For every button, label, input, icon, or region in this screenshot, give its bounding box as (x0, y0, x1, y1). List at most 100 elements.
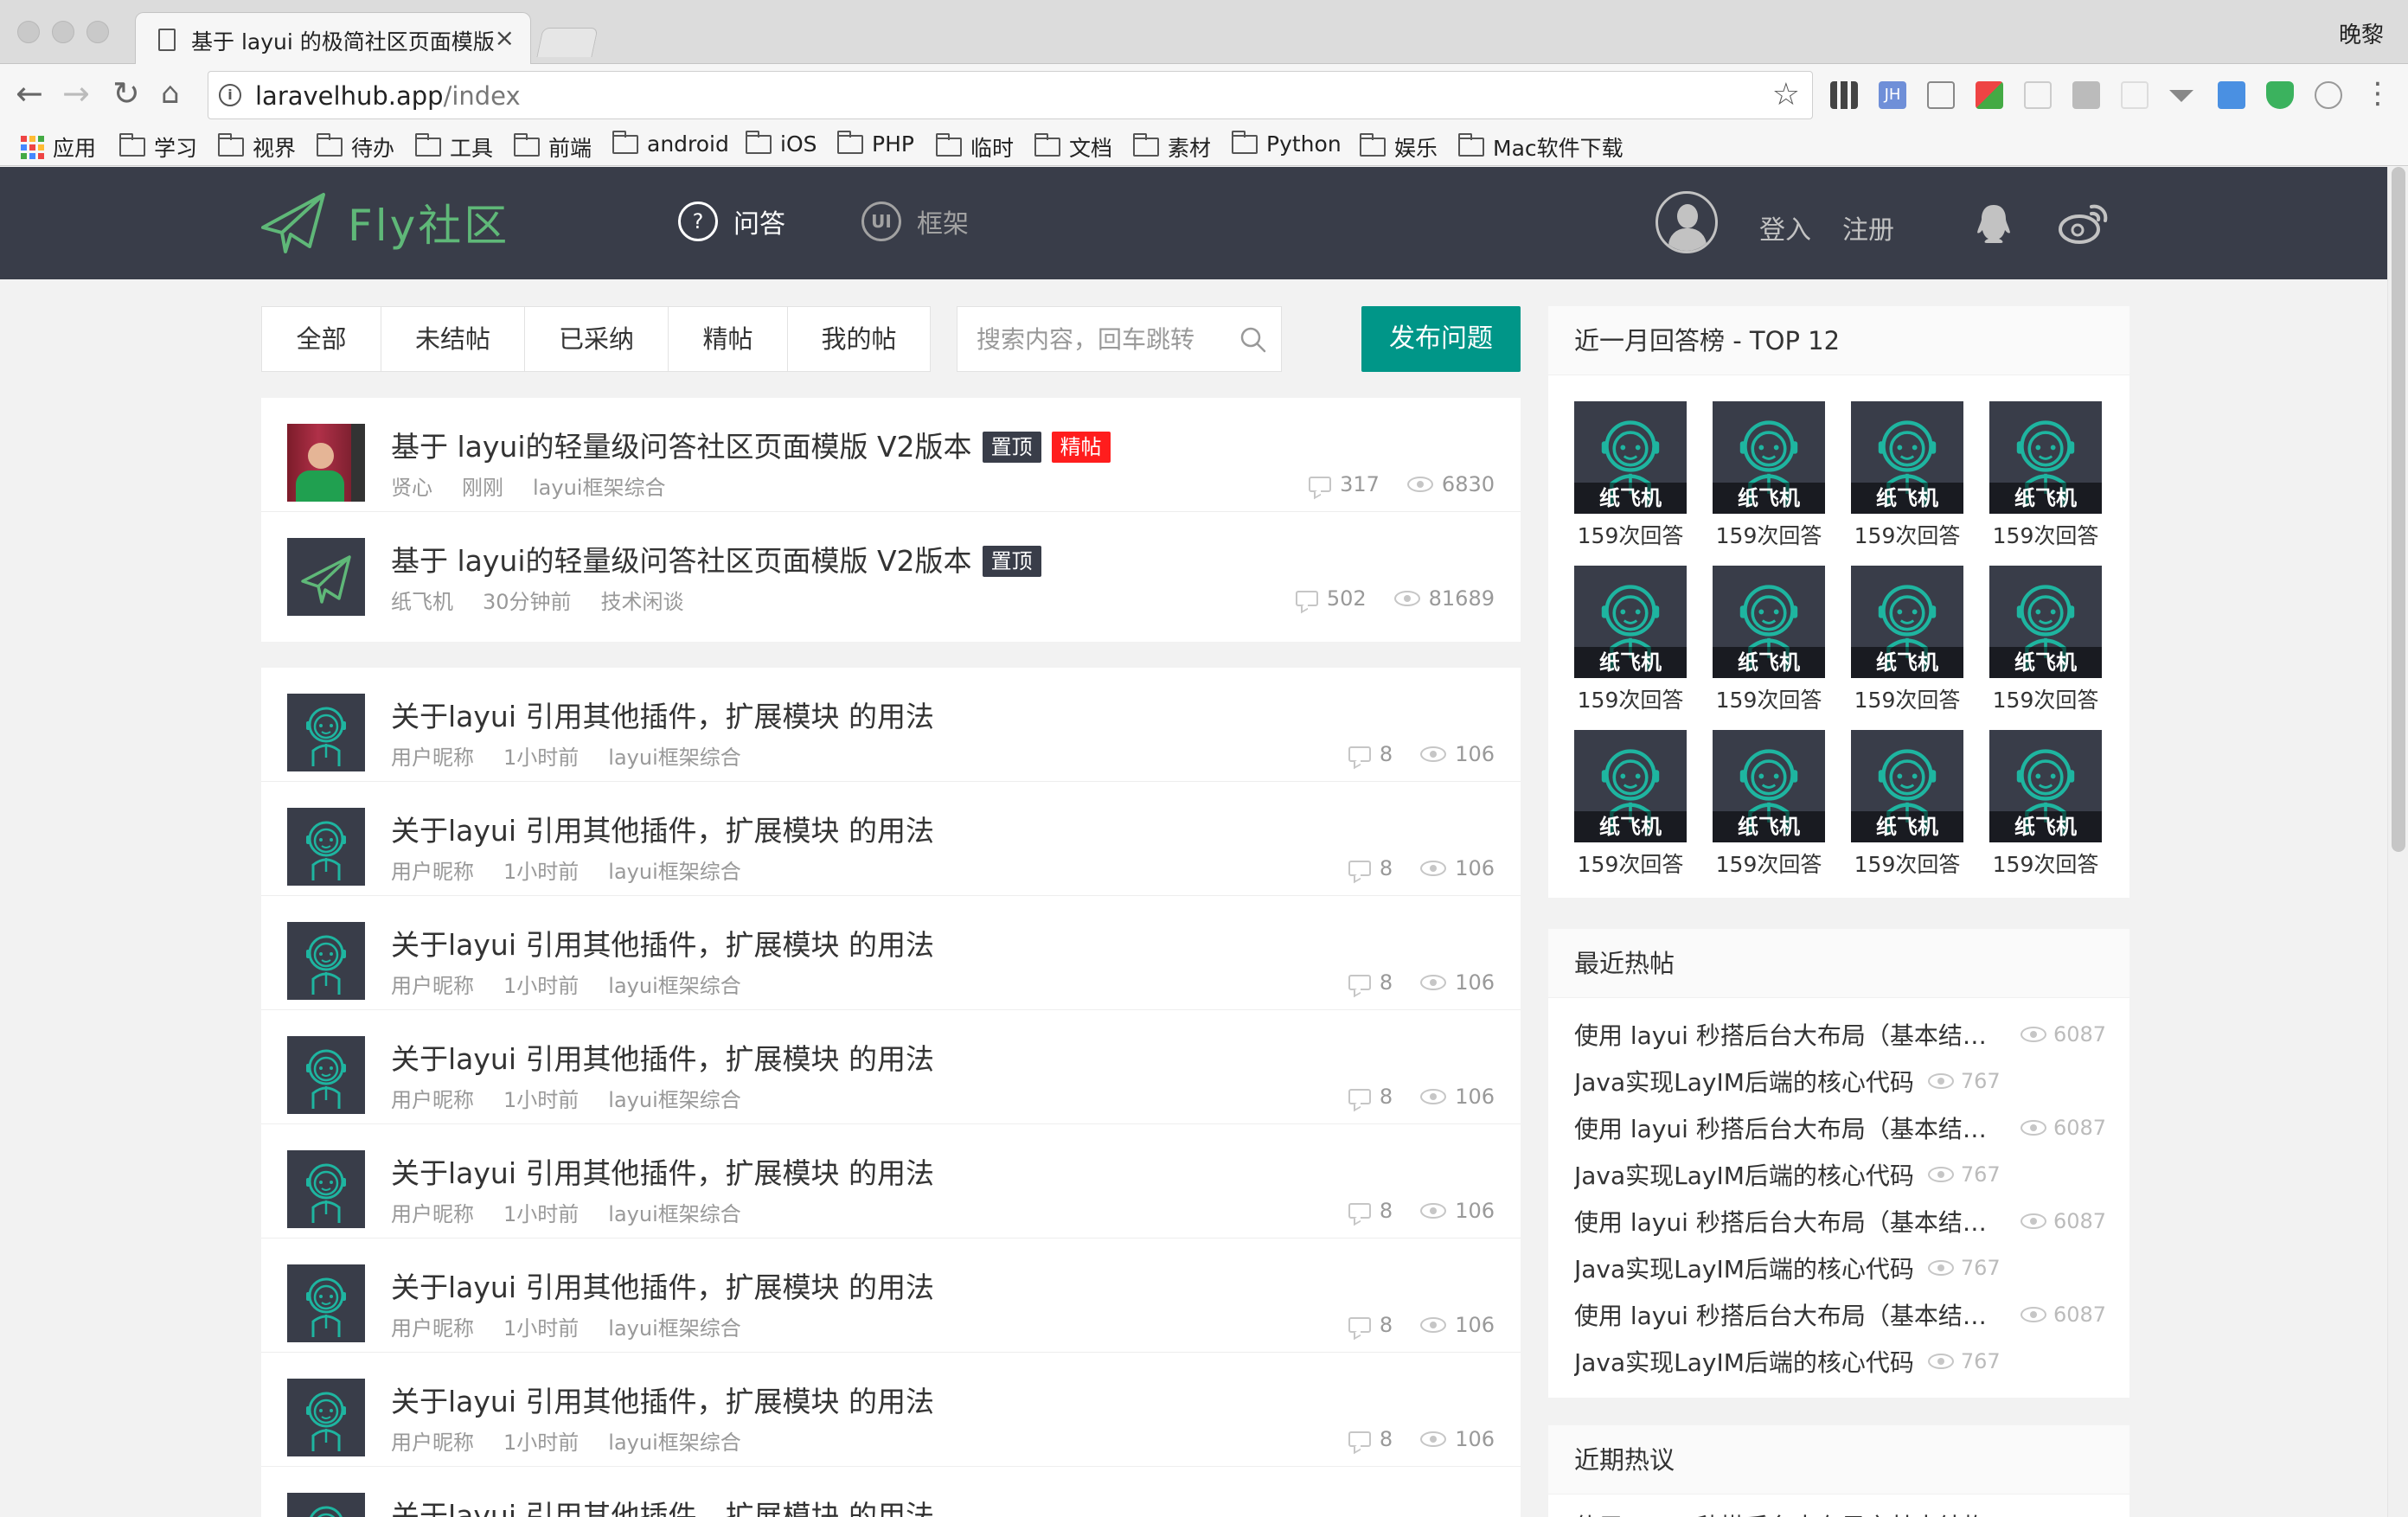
cursor-extension-icon[interactable] (2121, 81, 2149, 109)
post-category[interactable]: layui框架综合 (608, 860, 740, 884)
author-avatar[interactable] (287, 922, 365, 1000)
bookmark-folder[interactable]: 娱乐 (1360, 131, 1438, 163)
browser-tab[interactable]: 基于 layui 的极简社区页面模版 × (135, 12, 531, 66)
page-scrollbar[interactable] (2387, 167, 2408, 1517)
rank-user[interactable]: 纸飞机 159次回答 (1989, 401, 2102, 548)
hot-post-item[interactable]: 使用 layui 秒搭后台大布局（基本结构） 6087 (1574, 1017, 2106, 1052)
tree-extension-icon[interactable] (2024, 81, 2052, 109)
post-category[interactable]: 技术闲谈 (601, 590, 684, 614)
close-window-button[interactable] (17, 21, 40, 43)
author-avatar[interactable] (287, 808, 365, 886)
profile-name[interactable]: 晚黎 (2339, 17, 2384, 49)
rank-user[interactable]: 纸飞机 159次回答 (1713, 401, 1825, 548)
bookmark-folder[interactable]: 临时 (936, 131, 1014, 163)
post-title[interactable]: 基于 layui的轻量级问答社区页面模版 V2版本 置顶 (391, 538, 1041, 579)
post-question-button[interactable]: 发布问题 (1361, 306, 1521, 372)
hot-post-item[interactable]: 使用 layui 秒搭后台大布局（基本结构） 6087 (1574, 1297, 2106, 1332)
post-author[interactable]: 用户昵称 (391, 1088, 474, 1112)
bookmark-folder[interactable]: 待办 (317, 131, 394, 163)
gear-extension-icon[interactable] (2315, 81, 2342, 109)
menu-icon[interactable]: ⋮ (2363, 76, 2392, 111)
post-category[interactable]: layui框架综合 (608, 1316, 740, 1341)
post-author[interactable]: 用户昵称 (391, 974, 474, 998)
camera-extension-icon[interactable] (2072, 81, 2100, 109)
list-item[interactable]: 关于layui 引用其他插件，扩展模块 的用法 用户昵称 1小时前 layui框架综合… (261, 1239, 1521, 1353)
list-item[interactable]: 关于layui 引用其他插件，扩展模块 的用法 用户昵称 1小时前 layui框架综合… (261, 782, 1521, 896)
post-author[interactable]: 贤心 (391, 476, 432, 500)
post-category[interactable]: layui框架综合 (608, 1202, 740, 1226)
post-author[interactable]: 用户昵称 (391, 860, 474, 884)
avatar[interactable] (1656, 191, 1718, 253)
list-item[interactable]: 基于 layui的轻量级问答社区页面模版 V2版本 置顶 纸飞机 30分钟前 技术闲谈… (261, 512, 1521, 626)
bookmark-folder[interactable]: Python (1232, 130, 1342, 157)
tab-my-posts[interactable]: 我的帖 (788, 307, 930, 371)
url-text[interactable]: laravelhub.app/index (255, 81, 521, 111)
bookmark-folder[interactable]: 文档 (1034, 131, 1112, 163)
list-item[interactable]: 关于layui 引用其他插件，扩展模块 的用法 用户昵称 1小时前 layui框架综合… (261, 1010, 1521, 1124)
bookmark-folder[interactable]: 视界 (218, 131, 296, 163)
author-avatar[interactable] (287, 1264, 365, 1342)
hot-post-title[interactable]: Java实现LayIM后端的核心代码 (1574, 1251, 1914, 1285)
post-title[interactable]: 关于layui 引用其他插件，扩展模块 的用法 (391, 1264, 934, 1306)
hot-post-item[interactable]: 使用 layui 秒搭后台大布局（基本结构） 6087 (1574, 1204, 2106, 1239)
bookmark-folder[interactable]: 素材 (1133, 131, 1211, 163)
color-extension-icon[interactable] (1976, 81, 2003, 109)
hot-post-title[interactable]: 使用 layui 秒搭后台大布局（基本结构） (1574, 1017, 2007, 1052)
tab-unresolved[interactable]: 未结帖 (381, 307, 525, 371)
rank-user[interactable]: 纸飞机 159次回答 (1574, 566, 1687, 713)
post-title[interactable]: 关于layui 引用其他插件，扩展模块 的用法 (391, 694, 934, 735)
hot-post-title[interactable]: 使用 layui 秒搭后台大布局（基本结构） (1574, 1111, 2007, 1145)
bookmark-folder[interactable]: 学习 (119, 131, 197, 163)
bookmark-star-icon[interactable]: ☆ (1772, 77, 1800, 112)
bookmark-folder[interactable]: iOS (746, 130, 817, 157)
hot-post-title[interactable]: Java实现LayIM后端的核心代码 (1574, 1157, 1914, 1192)
tab-accepted[interactable]: 已采纳 (525, 307, 669, 371)
address-bar[interactable]: i laravelhub.app/index ☆ (208, 71, 1813, 119)
author-avatar[interactable] (287, 1150, 365, 1228)
register-link[interactable]: 注册 (1842, 208, 1894, 246)
post-category[interactable]: layui框架综合 (608, 974, 740, 998)
post-category[interactable]: layui框架综合 (608, 1431, 740, 1455)
apps-extension-icon[interactable] (1830, 81, 1858, 109)
search-icon[interactable] (1239, 326, 1267, 354)
rank-user[interactable]: 纸飞机 159次回答 (1989, 730, 2102, 877)
post-title[interactable]: 关于layui 引用其他插件，扩展模块 的用法 (391, 1150, 934, 1192)
post-author[interactable]: 用户昵称 (391, 1202, 474, 1226)
author-avatar[interactable] (287, 1493, 365, 1517)
search-input[interactable] (957, 307, 1243, 371)
maximize-window-button[interactable] (86, 21, 109, 43)
author-avatar[interactable] (287, 694, 365, 771)
rank-user[interactable]: 纸飞机 159次回答 (1851, 566, 1963, 713)
tab-close-icon[interactable]: × (495, 23, 515, 52)
post-author[interactable]: 纸飞机 (391, 590, 453, 614)
rank-user[interactable]: 纸飞机 159次回答 (1713, 566, 1825, 713)
back-icon[interactable]: ← (16, 76, 43, 111)
hot-post-item[interactable]: Java实现LayIM后端的核心代码 767 (1574, 1064, 2001, 1098)
minimize-window-button[interactable] (52, 21, 74, 43)
post-author[interactable]: 用户昵称 (391, 746, 474, 770)
tab-all[interactable]: 全部 (262, 307, 381, 371)
hot-post-item[interactable]: Java实现LayIM后端的核心代码 767 (1574, 1157, 2001, 1192)
nav-framework[interactable]: UI 框架 (861, 202, 969, 241)
list-item[interactable]: 关于layui 引用其他插件，扩展模块 的用法 用户昵称 1小时前 layui框架综合… (261, 896, 1521, 1010)
rank-user[interactable]: 纸飞机 159次回答 (1713, 730, 1825, 877)
site-logo[interactable]: Fly社区 (259, 189, 509, 255)
hot-post-item[interactable]: 使用 layui 秒搭后台大布局（基本结构） 6087 (1574, 1111, 2106, 1145)
login-link[interactable]: 登入 (1759, 208, 1811, 246)
list-item[interactable]: 基于 layui的轻量级问答社区页面模版 V2版本 置顶 精帖 贤心 刚刚 layui框… (261, 398, 1521, 512)
forward-icon[interactable]: → (62, 76, 90, 111)
rank-user[interactable]: 纸飞机 159次回答 (1574, 401, 1687, 548)
shield-extension-icon[interactable] (2266, 81, 2294, 109)
hot-post-item[interactable]: Java实现LayIM后端的核心代码 767 (1574, 1251, 2001, 1285)
new-tab-button[interactable] (536, 28, 599, 57)
vue-extension-icon[interactable] (2169, 90, 2193, 102)
post-title[interactable]: 关于layui 引用其他插件，扩展模块 的用法 (391, 808, 934, 849)
bookmark-folder[interactable]: Mac软件下载 (1458, 131, 1623, 163)
hot-post-title[interactable]: Java实现LayIM后端的核心代码 (1574, 1344, 1914, 1379)
hot-post-title[interactable]: Java实现LayIM后端的核心代码 (1574, 1064, 1914, 1098)
author-avatar[interactable] (287, 1379, 365, 1456)
rank-user[interactable]: 纸飞机 159次回答 (1574, 730, 1687, 877)
jh-extension-icon[interactable]: JH (1879, 81, 1906, 109)
tab-featured[interactable]: 精帖 (669, 307, 788, 371)
rank-user[interactable]: 纸飞机 159次回答 (1851, 401, 1963, 548)
